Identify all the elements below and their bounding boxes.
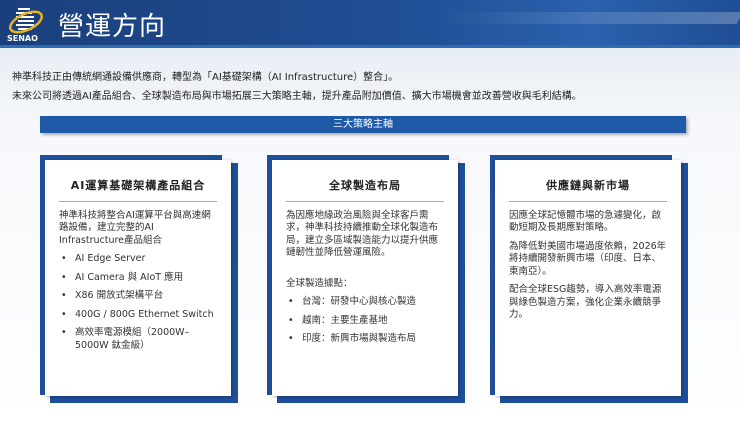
card-title: AI運算基礎架構產品組合 bbox=[59, 179, 217, 202]
header-decoration bbox=[436, 12, 740, 24]
card-supply-chain: 供應鏈與新市場 因應全球記憶體市場的急遽變化，啟動短期及長期應對策略。 為降低對… bbox=[490, 155, 690, 403]
intro-line-1: 神準科技正由傳統網通設備供應商，轉型為「AI基礎架構（AI Infrastruc… bbox=[12, 72, 399, 83]
list-item: AI Edge Server bbox=[59, 253, 217, 266]
list-item: 台灣：研發中心與核心製造 bbox=[286, 296, 444, 309]
card-paragraph: 配合全球ESG趨勢，導入高效率電源與綠色製造方案，強化企業永續競爭力。 bbox=[509, 284, 662, 320]
logo-text: SENAO bbox=[7, 34, 38, 43]
card-paragraph: 神準科技將整合AI運算平台與高速網路設備，建立完整的AI Infrastruct… bbox=[59, 209, 211, 246]
card-ai-products: AI運算基礎架構產品組合 神準科技將整合AI運算平台與高速網路設備，建立完整的A… bbox=[40, 155, 240, 403]
card-paragraph: 為降低對美國市場過度依賴，2026年將持續開發新興市場（印度、日本、東南亞）。 bbox=[509, 240, 667, 277]
list-item: 印度：新興市場與製造布局 bbox=[286, 333, 444, 346]
list-item: AI Camera 與 AIoT 應用 bbox=[59, 272, 217, 285]
card-global-manufacturing: 全球製造布局 為因應地緣政治風險與全球客戶需求，神準科技持續推動全球化製造布局，… bbox=[267, 155, 467, 403]
list-item: 越南：主要生產基地 bbox=[286, 315, 444, 328]
strategy-bar: 三大策略主軸 bbox=[40, 116, 686, 133]
header: SENAO 營運方向 bbox=[0, 0, 740, 48]
list-item: X86 開放式架構平台 bbox=[59, 290, 217, 303]
card-paragraph: 因應全球記憶體市場的急遽變化，啟動短期及長期應對策略。 bbox=[509, 209, 662, 234]
card-paragraph: 為因應地緣政治風險與全球客戶需求，神準科技持續推動全球化製造布局，建立多區域製造… bbox=[286, 209, 439, 259]
list-item: 400G / 800G Ethernet Switch bbox=[59, 309, 217, 322]
card-title: 供應鏈與新市場 bbox=[509, 179, 667, 202]
intro-line-2: 未來公司將透過AI產品組合、全球製造布局與市場拓展三大策略主軸，提升產品附加價值… bbox=[12, 91, 582, 102]
card-title: 全球製造布局 bbox=[286, 179, 444, 202]
card-subheading: 全球製造據點： bbox=[286, 277, 353, 289]
page-title: 營運方向 bbox=[58, 12, 167, 42]
list-item: 高效率電源模組（2000W–5000W 鈦金級） bbox=[59, 327, 217, 352]
